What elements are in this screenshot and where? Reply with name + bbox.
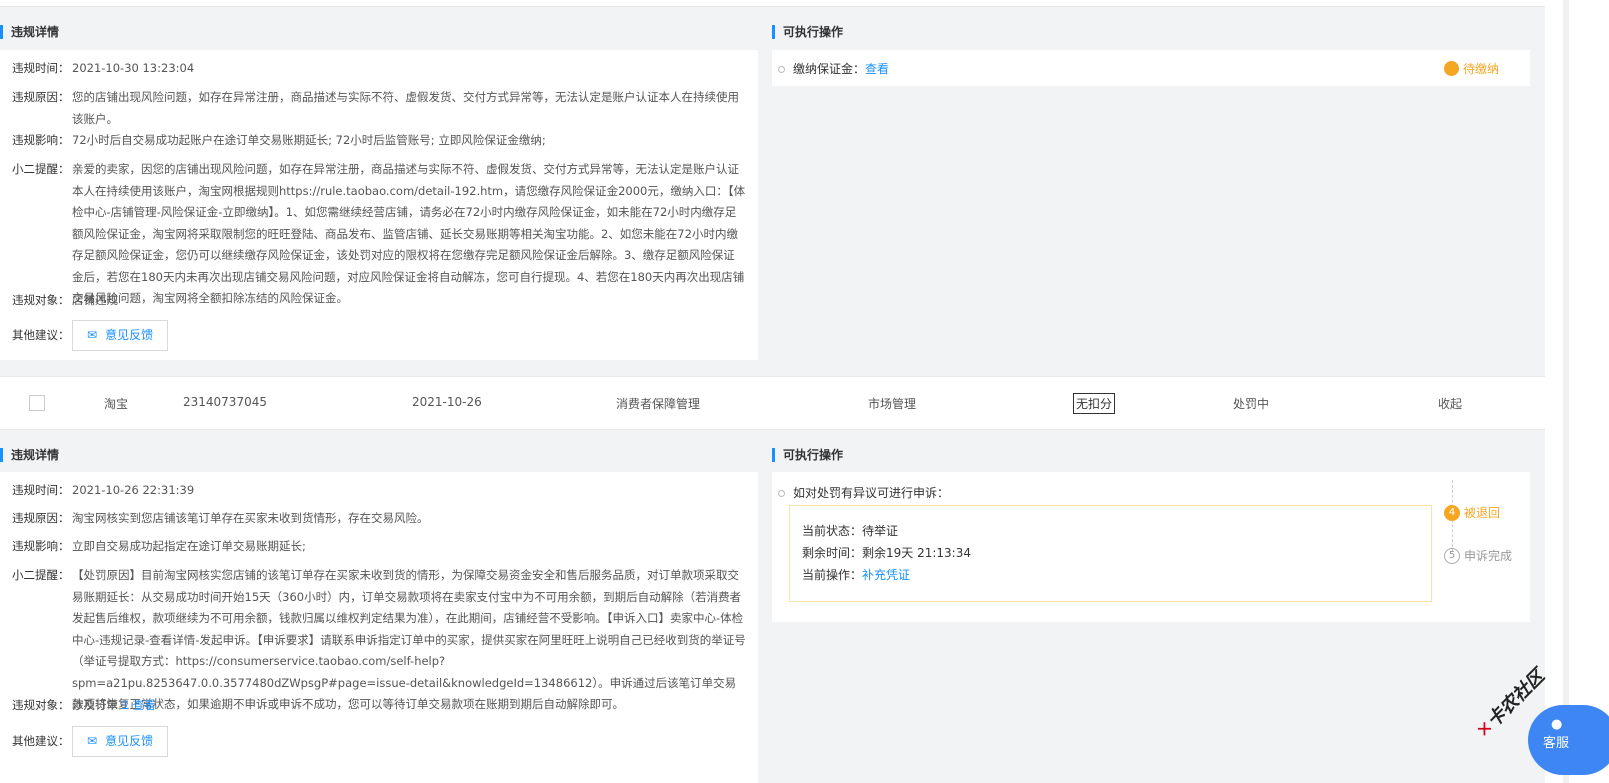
- field-label: 小二提醒：: [12, 162, 70, 176]
- row-checkbox[interactable]: [29, 395, 45, 411]
- category: 市场管理: [868, 397, 917, 411]
- step-number-icon: 4: [1444, 504, 1460, 521]
- status-label: 当前状态：: [802, 524, 863, 538]
- scrollbar-area: [1545, 0, 1609, 783]
- field-label: 违规原因：: [12, 90, 70, 104]
- violation-object: 店铺违规: [72, 293, 118, 307]
- feedback-button[interactable]: ✉ 意见反馈: [72, 726, 169, 757]
- step-number-icon: 5: [1444, 547, 1460, 564]
- field-label: 违规影响：: [12, 133, 70, 147]
- actions-panel: 缴纳保证金：查看 待缴纳: [772, 50, 1530, 86]
- order-count: 1: [121, 698, 129, 712]
- op-label: 当前操作：: [802, 568, 863, 582]
- remain-label: 剩余时间：: [802, 546, 863, 560]
- state: 处罚中: [1233, 397, 1270, 411]
- actions-title: 可执行操作: [772, 448, 843, 462]
- violation-object: 涉及订单: [72, 698, 118, 712]
- violation-reason: 淘宝网核实到您店铺该笔订单存在买家未收到货情形，存在交易风险。: [72, 511, 429, 525]
- field-label: 违规对象：: [12, 698, 70, 712]
- violation-reason: 您的店铺出现风险问题，如存在异常注册，商品描述与实际不符、虚假发货、交付方式异常…: [72, 90, 739, 126]
- violation-time: 2021-10-30 13:23:04: [72, 61, 195, 75]
- actions-title: 可执行操作: [772, 25, 843, 39]
- detail-title: 违规详情: [0, 25, 59, 39]
- violation-block-1: 违规详情 可执行操作 违规时间： 2021-10-30 13:23:04 违规原因…: [0, 7, 1545, 376]
- remain-value: 剩余19天 21:13:34: [862, 546, 971, 560]
- deduction-badge: 无扣分: [1073, 393, 1116, 414]
- field-label: 违规对象：: [12, 293, 70, 307]
- scrollbar[interactable]: [1563, 0, 1569, 783]
- field-label: 其他建议：: [12, 733, 70, 748]
- reminder-text: 亲爱的卖家，因您的店铺出现风险问题，如存在异常注册，商品描述与实际不符、虚假发货…: [72, 162, 746, 305]
- field-label: 违规时间：: [12, 61, 70, 75]
- reminder-text: 【处罚原因】目前淘宝网核实您店铺的该笔订单存在买家未收到货的情形，为保障交易资金…: [72, 568, 746, 711]
- appeal-status-card: 当前状态：待举证 剩余时间：剩余19天 21:13:34 当前操作：补充凭证: [789, 505, 1432, 602]
- customer-service-button[interactable]: ● 客服: [1528, 705, 1609, 775]
- service-label: 客服: [1543, 736, 1570, 751]
- feedback-button[interactable]: ✉ 意见反馈: [72, 320, 169, 351]
- bullet-icon: [778, 66, 785, 73]
- violation-time: 2021-10-26 22:31:39: [72, 483, 195, 497]
- collapse-link[interactable]: 收起: [1438, 395, 1462, 412]
- step-complete: 5 申诉完成: [1444, 547, 1512, 564]
- platform: 淘宝: [104, 397, 129, 411]
- field-label: 违规原因：: [12, 511, 70, 525]
- field-label: 小二提醒：: [12, 568, 70, 582]
- detail-panel: 违规时间： 2021-10-30 13:23:04 违规原因： 您的店铺出现风险问题…: [0, 50, 758, 360]
- feedback-label: 意见反馈: [105, 733, 154, 748]
- main-content: 违规详情 可执行操作 违规时间： 2021-10-30 13:23:04 违规原因…: [0, 0, 1545, 783]
- violation-impact: 72小时后自交易成功起账户在途订单交易账期延长; 72小时后监管账号; 立即风险…: [72, 133, 546, 147]
- bullet-icon: [778, 490, 785, 497]
- mail-icon: ✉: [87, 733, 98, 748]
- supplement-evidence-link[interactable]: 补充凭证: [862, 568, 910, 582]
- appeal-panel: 如对处罚有异议可进行申诉： 当前状态：待举证 剩余时间：剩余19天 21:13:…: [772, 472, 1530, 622]
- date: 2021-10-26: [412, 395, 482, 409]
- appeal-title: 如对处罚有异议可进行申诉：: [778, 484, 949, 501]
- violation-block-2: 违规详情 可执行操作 违规时间： 2021-10-26 22:31:39 违规原因…: [0, 430, 1545, 783]
- field-label: 违规时间：: [12, 483, 70, 497]
- action-text: 缴纳保证金：: [793, 62, 866, 76]
- table-row: 淘宝 23140737045 2021-10-26 消费者保障管理 市场管理 无…: [0, 376, 1545, 430]
- detail-panel: 违规时间： 2021-10-26 22:31:39 违规原因： 淘宝网核实到您店铺该…: [0, 472, 758, 783]
- pending-icon: [1444, 61, 1459, 76]
- violation-type: 消费者保障管理: [616, 397, 701, 411]
- appeal-title-text: 如对处罚有异议可进行申诉：: [793, 486, 950, 500]
- status-badge: 待缴纳: [1444, 60, 1499, 77]
- headset-icon: ●: [1551, 717, 1563, 732]
- record-id: 23140737045: [183, 395, 267, 409]
- status-text: 待缴纳: [1463, 62, 1500, 76]
- step-returned: 4 被退回: [1444, 504, 1500, 521]
- view-orders-link[interactable]: 查看: [133, 698, 156, 712]
- view-deposit-link[interactable]: 查看: [865, 62, 889, 76]
- step-label: 申诉完成: [1464, 549, 1513, 563]
- step-label: 被退回: [1464, 506, 1501, 520]
- status-value: 待举证: [862, 524, 899, 538]
- detail-title: 违规详情: [0, 448, 59, 462]
- field-label: 其他建议：: [12, 327, 70, 342]
- action-item: 缴纳保证金：查看: [778, 60, 889, 77]
- feedback-label: 意见反馈: [105, 327, 154, 342]
- field-label: 违规影响：: [12, 539, 70, 553]
- mail-icon: ✉: [87, 327, 98, 342]
- violation-impact: 立即自交易成功起指定在途订单交易账期延长;: [72, 539, 306, 553]
